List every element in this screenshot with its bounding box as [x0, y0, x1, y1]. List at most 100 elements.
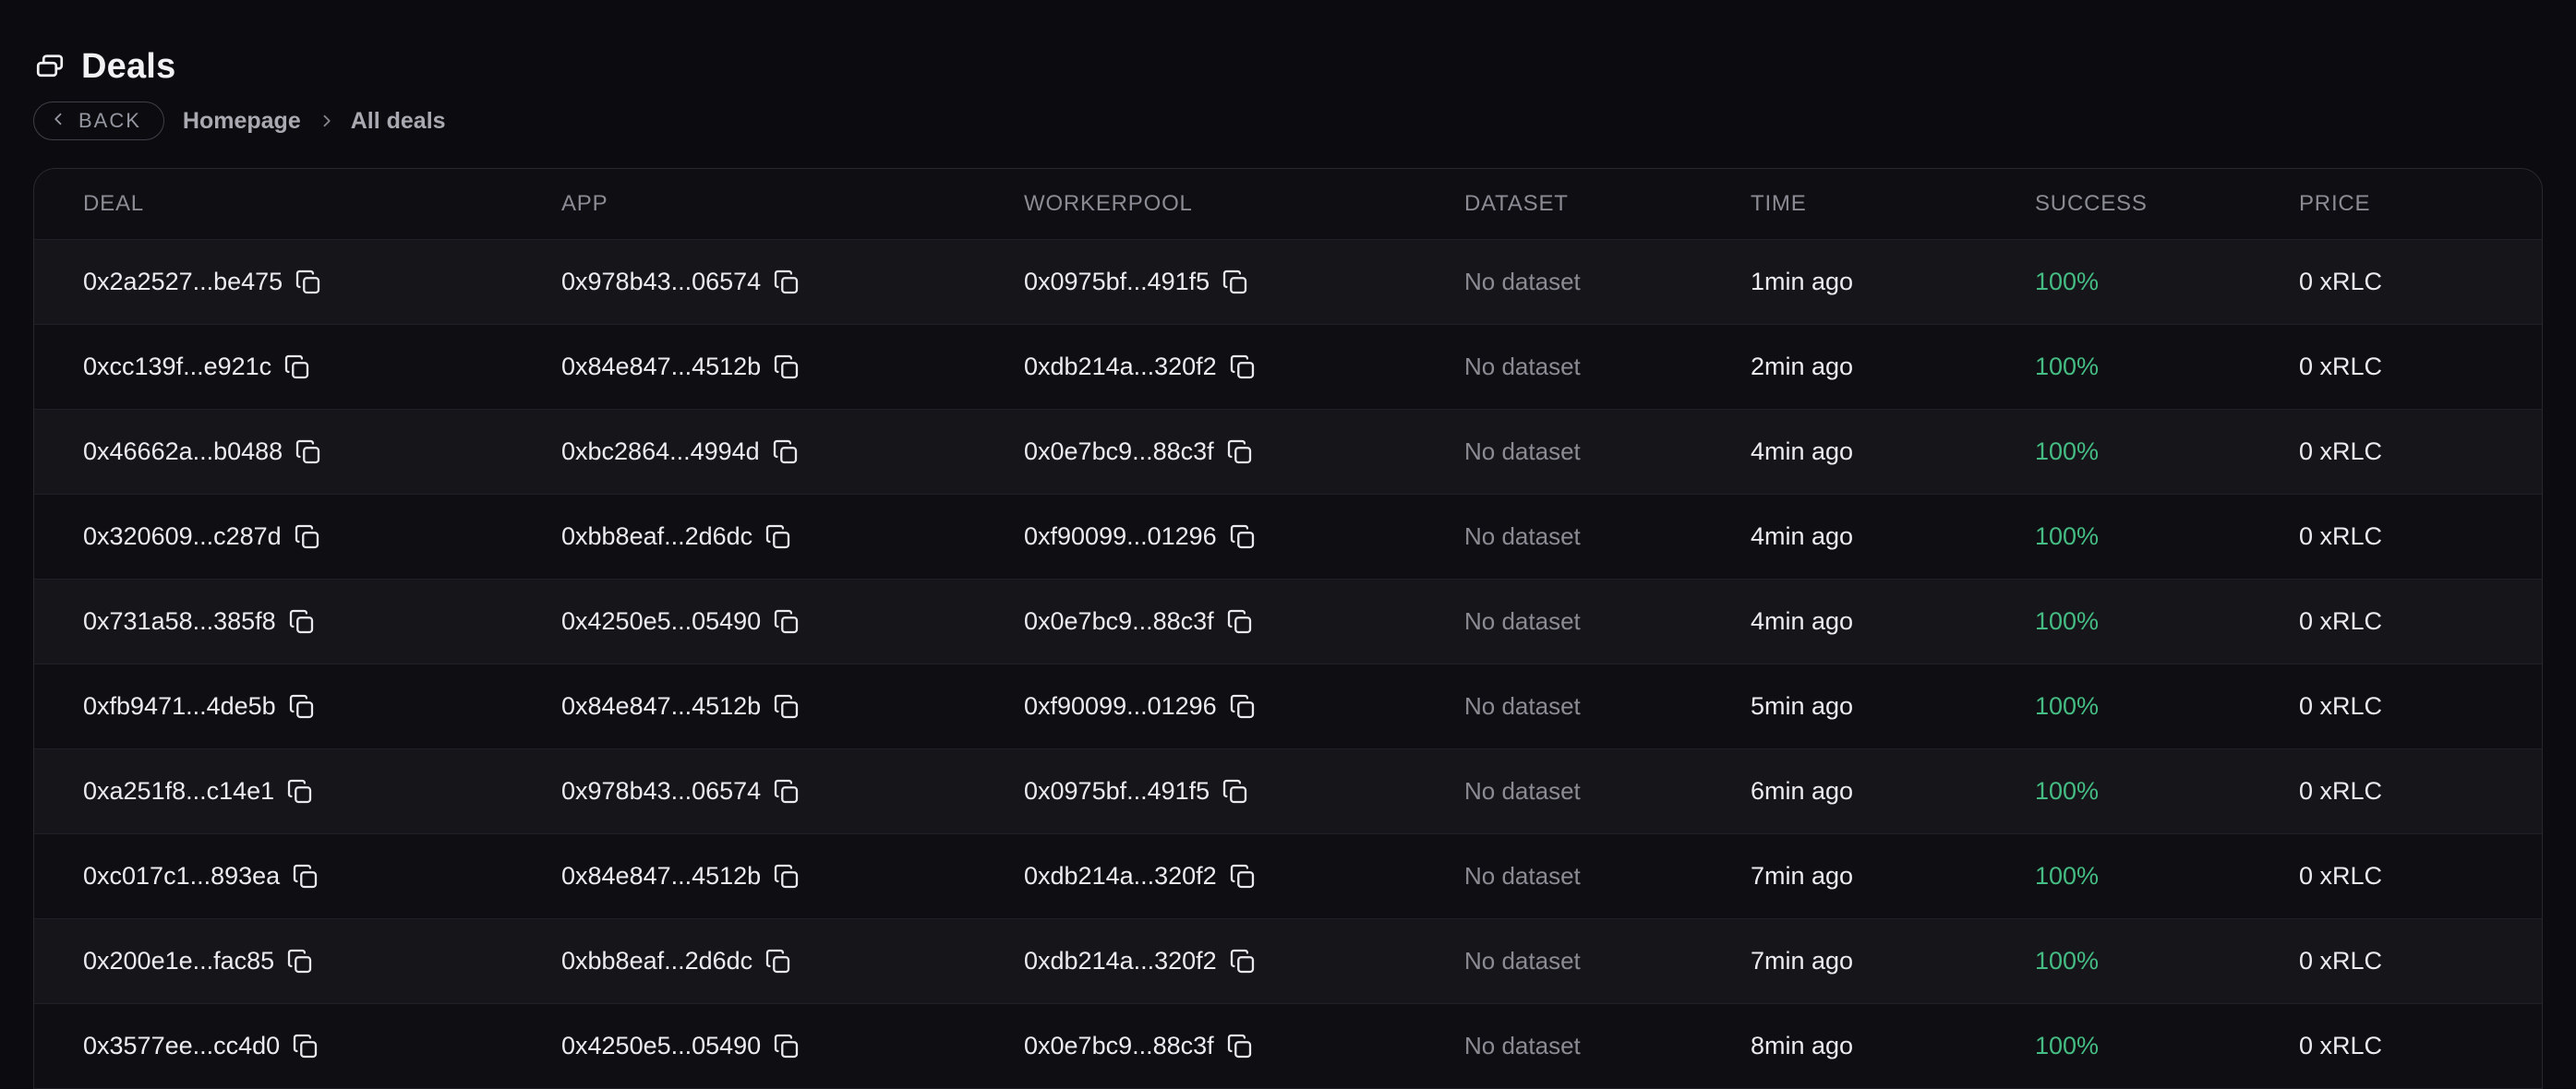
workerpool-value[interactable]: 0x0975bf...491f5	[1024, 777, 1210, 806]
app-value[interactable]: 0xbb8eaf...2d6dc	[561, 947, 752, 975]
copy-icon[interactable]	[1222, 778, 1248, 805]
deal-value[interactable]: 0xcc139f...e921c	[83, 353, 271, 381]
app-cell: 0x84e847...4512b	[561, 353, 1024, 381]
copy-icon[interactable]	[286, 778, 313, 805]
copy-icon[interactable]	[773, 863, 800, 890]
copy-icon[interactable]	[773, 1033, 800, 1059]
workerpool-cell: 0x0e7bc9...88c3f	[1024, 1032, 1464, 1060]
workerpool-cell: 0xdb214a...320f2	[1024, 353, 1464, 381]
copy-icon[interactable]	[295, 438, 321, 465]
breadcrumb-homepage[interactable]: Homepage	[183, 108, 301, 135]
app-value[interactable]: 0x84e847...4512b	[561, 692, 761, 721]
copy-icon[interactable]	[1226, 438, 1253, 465]
copy-icon[interactable]	[773, 269, 800, 295]
price-value: 0 xRLC	[2299, 692, 2382, 721]
deal-value[interactable]: 0x200e1e...fac85	[83, 947, 274, 975]
dataset-cell: No dataset	[1464, 437, 1751, 466]
copy-icon[interactable]	[1229, 693, 1256, 720]
app-value[interactable]: 0x4250e5...05490	[561, 1032, 761, 1060]
copy-icon[interactable]	[772, 438, 799, 465]
copy-icon[interactable]	[1229, 353, 1256, 380]
workerpool-value[interactable]: 0xf90099...01296	[1024, 692, 1217, 721]
copy-icon[interactable]	[773, 353, 800, 380]
workerpool-value[interactable]: 0xdb214a...320f2	[1024, 862, 1217, 891]
workerpool-value[interactable]: 0xdb214a...320f2	[1024, 353, 1217, 381]
deal-value[interactable]: 0x2a2527...be475	[83, 268, 283, 296]
workerpool-value[interactable]: 0xdb214a...320f2	[1024, 947, 1217, 975]
time-cell: 7min ago	[1751, 947, 2035, 975]
workerpool-cell: 0xdb214a...320f2	[1024, 947, 1464, 975]
deal-cell: 0x3577ee...cc4d0	[83, 1032, 561, 1060]
chevron-left-icon	[51, 109, 67, 133]
table-row[interactable]: 0xa251f8...c14e1 0x978b43...06574 0x0975bf…	[34, 748, 2542, 833]
deal-value[interactable]: 0xfb9471...4de5b	[83, 692, 276, 721]
app-value[interactable]: 0x84e847...4512b	[561, 862, 761, 891]
price-value: 0 xRLC	[2299, 1032, 2382, 1060]
time-value: 1min ago	[1751, 268, 1853, 296]
nav-row: BACK Homepage All deals	[33, 102, 2543, 140]
workerpool-value[interactable]: 0xf90099...01296	[1024, 522, 1217, 551]
table-row[interactable]: 0x200e1e...fac85 0xbb8eaf...2d6dc 0xdb214a…	[34, 918, 2542, 1003]
price-cell: 0 xRLC	[2299, 947, 2542, 975]
workerpool-value[interactable]: 0x0e7bc9...88c3f	[1024, 1032, 1214, 1060]
dataset-value: No dataset	[1464, 607, 1581, 636]
breadcrumb: Homepage All deals	[183, 108, 446, 135]
copy-icon[interactable]	[1229, 948, 1256, 975]
app-value[interactable]: 0x84e847...4512b	[561, 353, 761, 381]
table-row[interactable]: 0xc017c1...893ea 0x84e847...4512b 0xdb214a…	[34, 833, 2542, 918]
success-cell: 100%	[2035, 862, 2299, 891]
copy-icon[interactable]	[1226, 1033, 1253, 1059]
table-row[interactable]: 0xfb9471...4de5b 0x84e847...4512b 0xf90099…	[34, 664, 2542, 748]
copy-icon[interactable]	[764, 523, 791, 550]
deal-cell: 0x46662a...b0488	[83, 437, 561, 466]
workerpool-value[interactable]: 0x0975bf...491f5	[1024, 268, 1210, 296]
copy-icon[interactable]	[773, 778, 800, 805]
table-row[interactable]: 0x320609...c287d 0xbb8eaf...2d6dc 0xf90099…	[34, 494, 2542, 579]
copy-icon[interactable]	[288, 693, 315, 720]
app-cell: 0xbb8eaf...2d6dc	[561, 947, 1024, 975]
copy-icon[interactable]	[773, 608, 800, 635]
back-button[interactable]: BACK	[33, 102, 164, 140]
deal-cell: 0xc017c1...893ea	[83, 862, 561, 891]
price-cell: 0 xRLC	[2299, 862, 2542, 891]
table-row[interactable]: 0x46662a...b0488 0xbc2864...4994d 0x0e7bc9…	[34, 409, 2542, 494]
copy-icon[interactable]	[1226, 608, 1253, 635]
copy-icon[interactable]	[292, 863, 319, 890]
app-value[interactable]: 0x978b43...06574	[561, 777, 761, 806]
copy-icon[interactable]	[294, 523, 320, 550]
copy-icon[interactable]	[286, 948, 313, 975]
copy-icon[interactable]	[773, 693, 800, 720]
dataset-value: No dataset	[1464, 862, 1581, 891]
table-row[interactable]: 0x731a58...385f8 0x4250e5...05490 0x0e7bc9…	[34, 579, 2542, 664]
workerpool-cell: 0x0975bf...491f5	[1024, 268, 1464, 296]
deal-value[interactable]: 0x3577ee...cc4d0	[83, 1032, 280, 1060]
app-value[interactable]: 0x4250e5...05490	[561, 607, 761, 636]
copy-icon[interactable]	[1229, 523, 1256, 550]
copy-icon[interactable]	[1229, 863, 1256, 890]
copy-icon[interactable]	[1222, 269, 1248, 295]
workerpool-value[interactable]: 0x0e7bc9...88c3f	[1024, 607, 1214, 636]
deal-value[interactable]: 0x731a58...385f8	[83, 607, 276, 636]
copy-icon[interactable]	[295, 269, 321, 295]
deal-value[interactable]: 0xa251f8...c14e1	[83, 777, 274, 806]
column-header-price: PRICE	[2299, 191, 2542, 217]
price-cell: 0 xRLC	[2299, 353, 2542, 381]
app-value[interactable]: 0xbc2864...4994d	[561, 437, 760, 466]
table-row[interactable]: 0xcc139f...e921c 0x84e847...4512b 0xdb214a…	[34, 324, 2542, 409]
app-value[interactable]: 0x978b43...06574	[561, 268, 761, 296]
copy-icon[interactable]	[764, 948, 791, 975]
app-cell: 0x4250e5...05490	[561, 1032, 1024, 1060]
deal-value[interactable]: 0xc017c1...893ea	[83, 862, 280, 891]
copy-icon[interactable]	[292, 1033, 319, 1059]
time-value: 7min ago	[1751, 862, 1853, 891]
deal-value[interactable]: 0x320609...c287d	[83, 522, 282, 551]
page: Deals BACK Homepage All deals DEAL APP W…	[0, 0, 2576, 1089]
table-row[interactable]: 0x2a2527...be475 0x978b43...06574 0x0975bf…	[34, 239, 2542, 324]
app-value[interactable]: 0xbb8eaf...2d6dc	[561, 522, 752, 551]
copy-icon[interactable]	[283, 353, 310, 380]
workerpool-value[interactable]: 0x0e7bc9...88c3f	[1024, 437, 1214, 466]
deal-value[interactable]: 0x46662a...b0488	[83, 437, 283, 466]
table-row[interactable]: 0x3577ee...cc4d0 0x4250e5...05490 0x0e7bc9…	[34, 1003, 2542, 1088]
copy-icon[interactable]	[288, 608, 315, 635]
dataset-cell: No dataset	[1464, 353, 1751, 381]
